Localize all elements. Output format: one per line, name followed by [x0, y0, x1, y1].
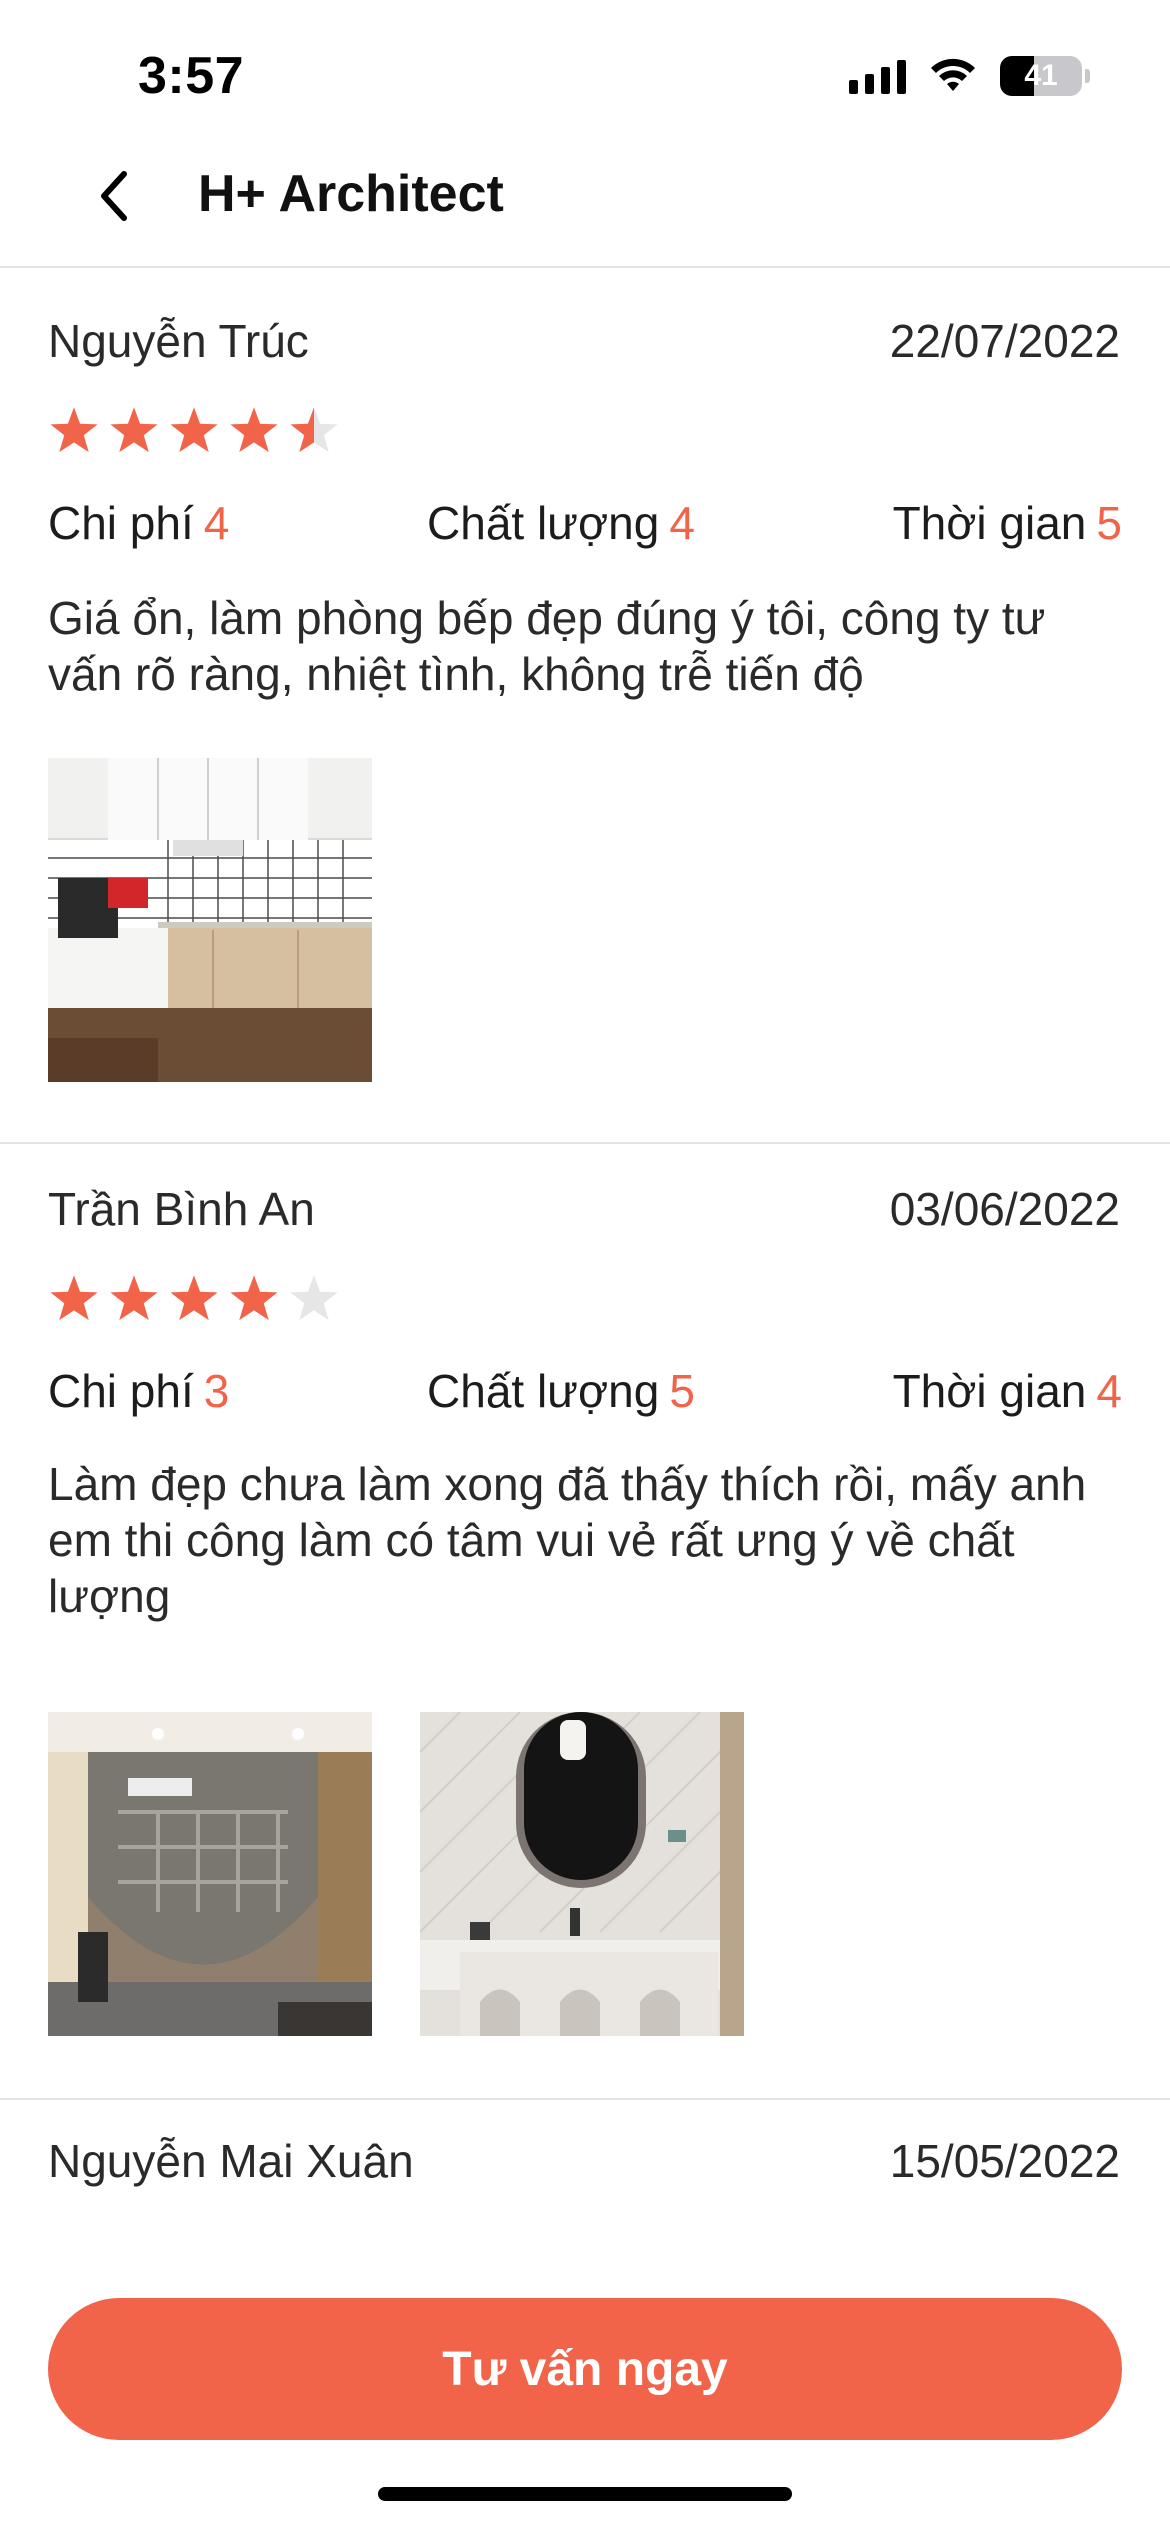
review-date: 03/06/2022 — [889, 1183, 1120, 1235]
star-icon — [110, 1275, 158, 1321]
metric-quality-value: 4 — [669, 497, 695, 549]
back-button[interactable] — [78, 160, 150, 232]
nav-bar: H+ Architect — [0, 130, 1170, 268]
star-icon — [50, 1275, 98, 1321]
star-icon — [290, 1275, 338, 1321]
shelf-room-photo[interactable] — [48, 1712, 372, 2036]
star-rating — [48, 1272, 340, 1324]
status-bar: 3:57 41 — [0, 0, 1170, 150]
metric-quality-label: Chất lượng — [427, 1365, 660, 1417]
page-title: H+ Architect — [198, 165, 504, 223]
star-rating — [48, 404, 340, 456]
star-icon — [110, 407, 158, 453]
star-icon — [170, 1275, 218, 1321]
review-card: Nguyễn Trúc 22/07/2022 Chi phí 4 Chất lượ… — [0, 268, 1170, 1144]
consult-now-button[interactable]: Tư vấn ngay — [48, 2298, 1122, 2440]
star-icon — [230, 407, 278, 453]
star-icon — [230, 1275, 278, 1321]
metric-quality: Chất lượng 5 — [427, 1364, 695, 1418]
kitchen-photo[interactable] — [48, 758, 372, 1082]
review-date: 15/05/2022 — [889, 2135, 1120, 2187]
wifi-icon — [931, 58, 975, 91]
metric-time-value: 5 — [1096, 497, 1122, 549]
metric-cost: Chi phí 3 — [48, 1364, 229, 1418]
review-date: 22/07/2022 — [889, 315, 1120, 367]
metric-cost-value: 3 — [203, 1365, 230, 1417]
bathroom-photo[interactable] — [420, 1712, 744, 2036]
metric-quality: Chất lượng 4 — [427, 496, 695, 550]
review-photos — [48, 1712, 744, 2036]
review-comment: Làm đẹp chưa làm xong đã thấy thích rồi,… — [48, 1458, 1087, 1622]
reviewer-name: Trần Bình An — [48, 1183, 315, 1235]
metric-time: Thời gian 5 — [893, 496, 1122, 550]
home-indicator — [378, 2487, 792, 2501]
review-card: Nguyễn Mai Xuân 15/05/2022 — [0, 2100, 1170, 2300]
metric-time-value: 4 — [1096, 1365, 1122, 1417]
cellular-signal-icon — [849, 58, 906, 94]
metric-cost-value: 4 — [203, 497, 230, 549]
metric-time-label: Thời gian — [892, 1365, 1087, 1417]
status-icons: 41 — [849, 56, 1090, 96]
star-icon — [50, 407, 98, 453]
metric-time: Thời gian 4 — [893, 1364, 1122, 1418]
review-card: Trần Bình An 03/06/2022 Chi phí 3 Chất lư… — [0, 1144, 1170, 2100]
reviewer-name: Nguyễn Trúc — [48, 315, 309, 367]
reviewer-name: Nguyễn Mai Xuân — [48, 2135, 414, 2187]
battery-percent: 41 — [1024, 59, 1058, 92]
rating-metrics: Chi phí 4 Chất lượng 4 Thời gian 5 — [48, 496, 1122, 550]
metric-quality-label: Chất lượng — [427, 497, 660, 549]
review-comment: Giá ổn, làm phòng bếp đẹp đúng ý tôi, cô… — [48, 592, 1046, 700]
battery-icon: 41 — [1000, 56, 1090, 96]
star-icon — [170, 407, 218, 453]
chevron-left-icon — [101, 171, 127, 221]
star-icon — [290, 407, 338, 453]
metric-cost-label: Chi phí — [48, 497, 194, 549]
metric-cost-label: Chi phí — [48, 1365, 194, 1417]
metric-quality-value: 5 — [669, 1365, 695, 1417]
rating-metrics: Chi phí 3 Chất lượng 5 Thời gian 4 — [48, 1364, 1122, 1418]
metric-time-label: Thời gian — [892, 497, 1087, 549]
status-time: 3:57 — [138, 47, 245, 105]
metric-cost: Chi phí 4 — [48, 496, 229, 550]
review-photos — [48, 758, 372, 1082]
